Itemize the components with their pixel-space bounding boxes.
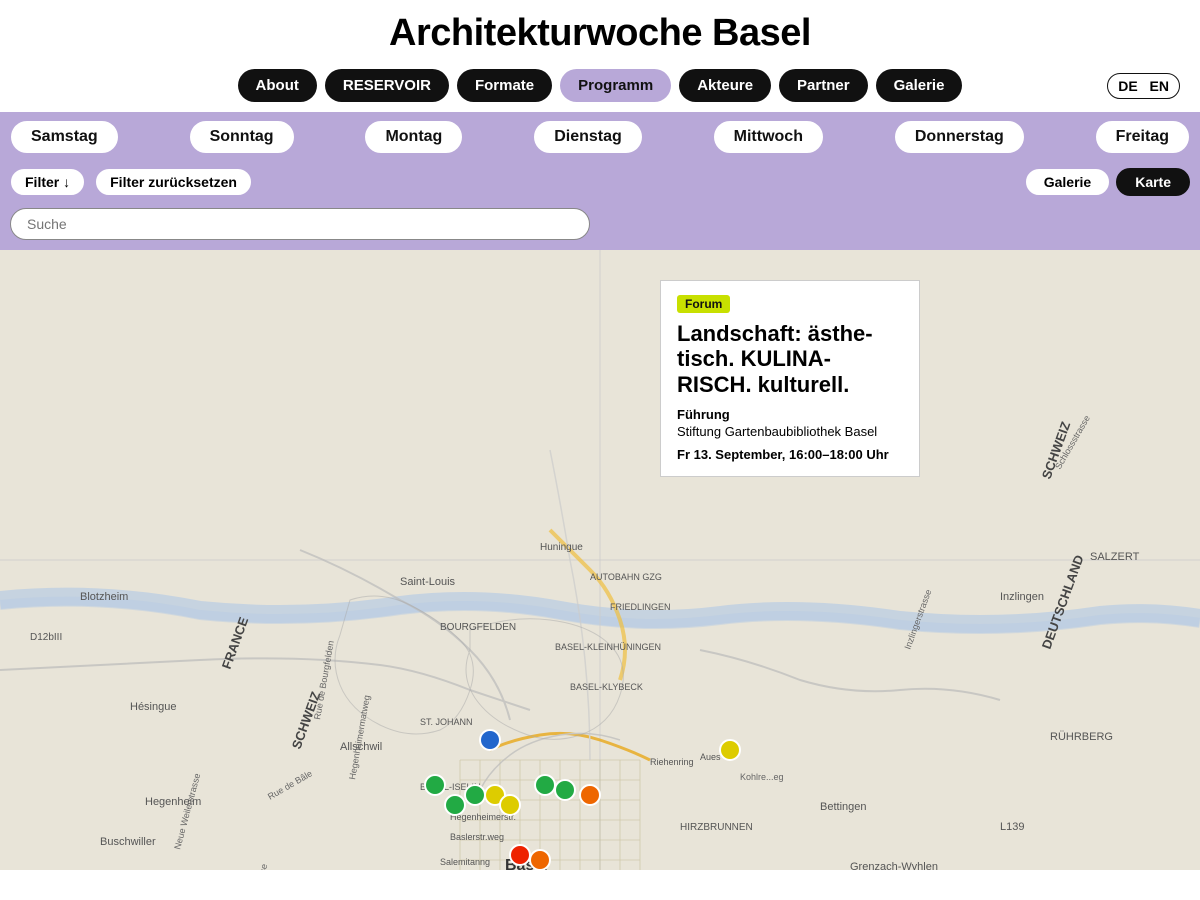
- filter-button[interactable]: Filter ↓: [10, 168, 85, 196]
- svg-text:SALZERT: SALZERT: [1090, 551, 1140, 563]
- search-input[interactable]: [10, 208, 590, 240]
- svg-text:FRIEDLINGEN: FRIEDLINGEN: [610, 602, 671, 612]
- map-pin[interactable]: [464, 784, 486, 806]
- nav-formate[interactable]: Formate: [457, 69, 552, 102]
- tab-montag[interactable]: Montag: [364, 120, 463, 154]
- svg-text:AUTOBAHN GZG: AUTOBAHN GZG: [590, 572, 662, 582]
- popup-card: Forum Landschaft: ästhe-tisch. KULINA-RI…: [660, 280, 920, 477]
- svg-text:Bettingen: Bettingen: [820, 801, 866, 813]
- svg-text:HIRZBRUNNEN: HIRZBRUNNEN: [680, 822, 753, 833]
- svg-text:Huningue: Huningue: [540, 542, 583, 553]
- svg-text:BASEL-KLEINHÜNINGEN: BASEL-KLEINHÜNINGEN: [555, 642, 661, 652]
- tab-mittwoch[interactable]: Mittwoch: [713, 120, 824, 154]
- svg-text:Salemitanng: Salemitanng: [440, 857, 490, 867]
- map-pin[interactable]: [534, 774, 556, 796]
- lang-de[interactable]: DE: [1118, 78, 1137, 94]
- map-pin[interactable]: [479, 729, 501, 751]
- svg-text:Buschwiller: Buschwiller: [100, 836, 156, 848]
- map-container: Blotzheim Hésingue Schönenbuch Hegenheim…: [0, 250, 1200, 870]
- svg-text:Aues: Aues: [700, 752, 721, 762]
- map-pin[interactable]: [579, 784, 601, 806]
- main-nav: About RESERVOIR Formate Programm Akteure…: [0, 63, 1200, 112]
- map-pin[interactable]: [509, 844, 531, 866]
- nav-galerie[interactable]: Galerie: [876, 69, 963, 102]
- svg-text:Kohlre...eg: Kohlre...eg: [740, 772, 784, 782]
- svg-text:Blotzheim: Blotzheim: [80, 591, 128, 603]
- popup-date: Fr 13. September, 16:00–18:00 Uhr: [677, 447, 903, 462]
- popup-title: Landschaft: ästhe-tisch. KULINA-RISCH. k…: [677, 321, 903, 397]
- svg-text:Saint-Louis: Saint-Louis: [400, 576, 456, 588]
- nav-about[interactable]: About: [238, 69, 317, 102]
- map-pin[interactable]: [554, 779, 576, 801]
- svg-text:Baslerstr.weg: Baslerstr.weg: [450, 832, 504, 842]
- svg-text:BASEL-KLYBECK: BASEL-KLYBECK: [570, 682, 643, 692]
- map-svg: Blotzheim Hésingue Schönenbuch Hegenheim…: [0, 250, 1200, 870]
- svg-text:BOURGFELDEN: BOURGFELDEN: [440, 622, 516, 633]
- view-karte-button[interactable]: Karte: [1116, 168, 1190, 196]
- svg-text:ST. JOHANN: ST. JOHANN: [420, 717, 473, 727]
- lang-en[interactable]: EN: [1150, 78, 1169, 94]
- svg-text:Inzlingen: Inzlingen: [1000, 591, 1044, 603]
- svg-text:Riehenring: Riehenring: [650, 757, 694, 767]
- popup-tag: Forum: [677, 295, 730, 313]
- map-pin[interactable]: [529, 849, 551, 870]
- site-title: Architekturwoche Basel: [0, 12, 1200, 55]
- view-galerie-button[interactable]: Galerie: [1025, 168, 1110, 196]
- day-tabs: Samstag Sonntag Montag Dienstag Mittwoch…: [0, 112, 1200, 162]
- svg-text:D12bIII: D12bIII: [30, 632, 62, 643]
- nav-akteure[interactable]: Akteure: [679, 69, 771, 102]
- filter-row: Filter ↓ Filter zurücksetzen Galerie Kar…: [0, 162, 1200, 202]
- nav-reservoir[interactable]: RESERVOIR: [325, 69, 449, 102]
- lang-switcher: DE EN: [1107, 73, 1180, 99]
- popup-location: Stiftung Gartenbaubibliothek Basel: [677, 424, 903, 439]
- svg-text:Hésingue: Hésingue: [130, 701, 176, 713]
- filter-reset-button[interactable]: Filter zurücksetzen: [95, 168, 252, 196]
- map-pin[interactable]: [499, 794, 521, 816]
- tab-sonntag[interactable]: Sonntag: [189, 120, 295, 154]
- view-toggle: Galerie Karte: [1025, 168, 1190, 196]
- tab-samstag[interactable]: Samstag: [10, 120, 119, 154]
- nav-partner[interactable]: Partner: [779, 69, 868, 102]
- search-row: [0, 202, 1200, 250]
- map-pin[interactable]: [424, 774, 446, 796]
- svg-text:RÜHRBERG: RÜHRBERG: [1050, 731, 1113, 743]
- map-pin[interactable]: [719, 739, 741, 761]
- svg-text:Grenzach-Wyhlen: Grenzach-Wyhlen: [850, 861, 938, 870]
- tab-dienstag[interactable]: Dienstag: [533, 120, 643, 154]
- tab-freitag[interactable]: Freitag: [1095, 120, 1190, 154]
- nav-programm[interactable]: Programm: [560, 69, 671, 102]
- site-header: Architekturwoche Basel: [0, 0, 1200, 63]
- map-pin[interactable]: [444, 794, 466, 816]
- svg-text:L139: L139: [1000, 821, 1024, 833]
- tab-donnerstag[interactable]: Donnerstag: [894, 120, 1025, 154]
- popup-subtitle: Führung: [677, 407, 903, 422]
